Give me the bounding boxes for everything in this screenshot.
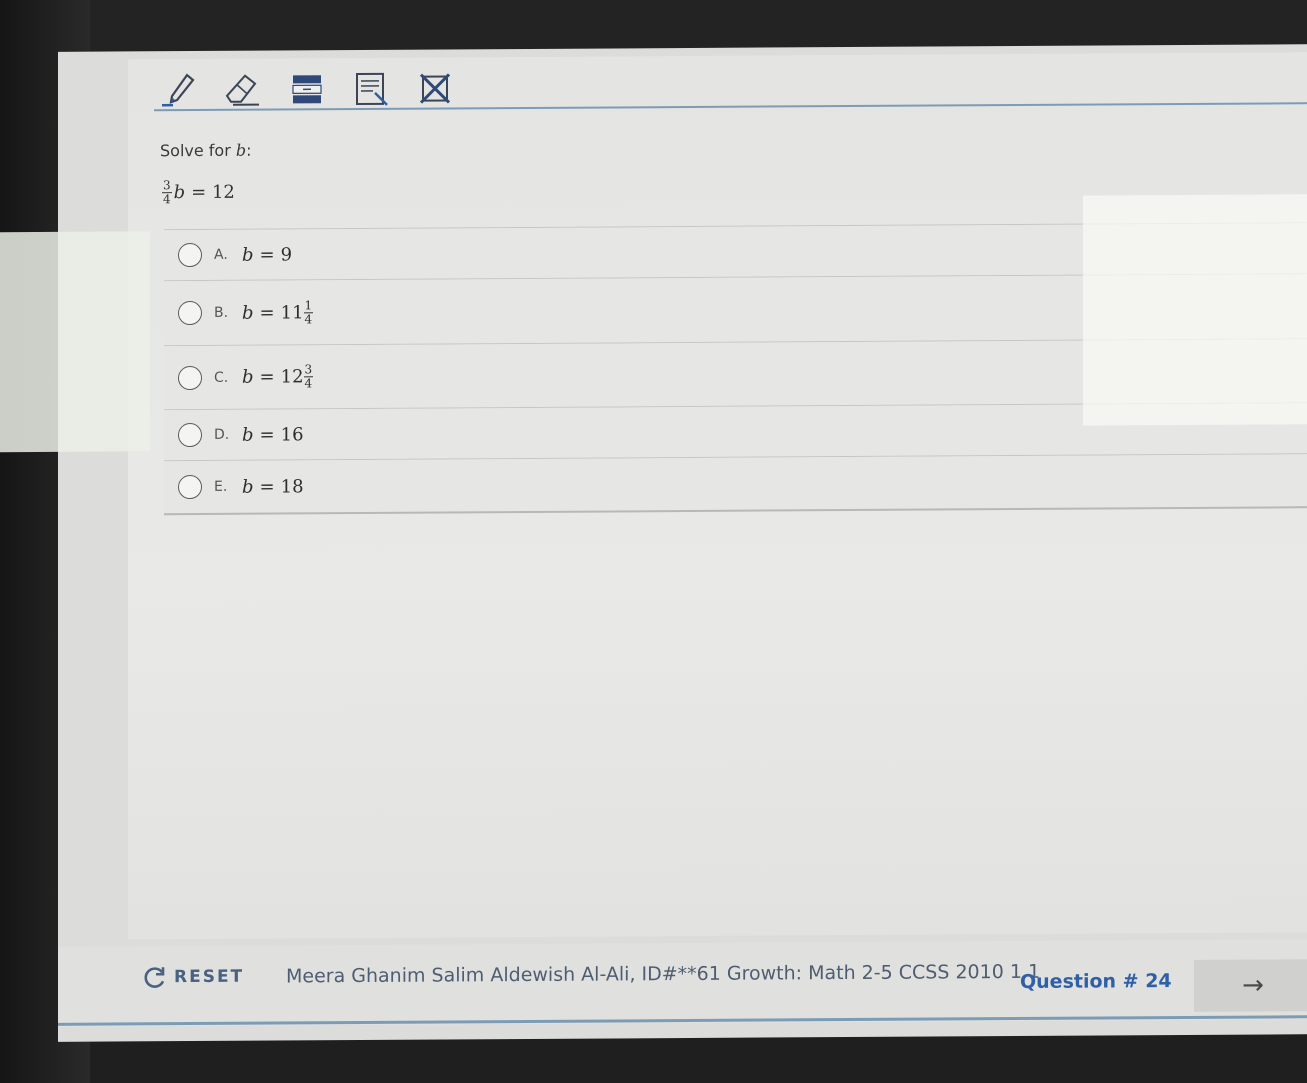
choice-answer: b = 9 [242, 244, 292, 265]
equation-numerator: 3 [162, 178, 172, 194]
choice-answer: b = 18 [242, 476, 304, 497]
footer-divider [58, 1015, 1307, 1026]
choice-letter: B. [214, 304, 229, 321]
question-equation: 3 4 b = 12 [162, 178, 235, 207]
screen-glare-right [1083, 194, 1307, 426]
choice-denominator: 4 [304, 311, 313, 326]
choice-numerator: 3 [303, 362, 314, 378]
choice-variable: b [242, 476, 254, 498]
choice-equals: = [259, 244, 275, 266]
next-button[interactable]: → [1194, 959, 1307, 1012]
arrow-right-icon: → [1242, 970, 1264, 1001]
choice-variable: b [242, 366, 254, 388]
choice-answer: b = 16 [242, 424, 304, 445]
question-number: Question # 24 [1020, 970, 1172, 993]
choice-letter: C. [214, 369, 229, 386]
refresh-icon [144, 967, 165, 988]
choice-letter: A. [214, 246, 228, 263]
choice-value: 16 [280, 423, 304, 445]
prompt-suffix: : [246, 140, 252, 160]
answer-eliminator-icon [419, 73, 451, 104]
notepad-tool-button[interactable] [350, 70, 392, 108]
screen-glare-left [0, 231, 150, 453]
line-reader-icon [292, 75, 322, 104]
student-info: Meera Ghanim Salim Aldewish Al-Ali, ID#*… [286, 960, 1041, 988]
reset-label: RESET [174, 966, 245, 988]
choice-equals: = [259, 302, 275, 324]
choice-e[interactable]: E. b = 18 [164, 454, 1307, 516]
choice-value: 9 [280, 243, 293, 265]
choice-equals: = [259, 366, 275, 388]
choice-answer: b = 12 3 4 [242, 362, 315, 391]
prompt-variable: b [235, 140, 247, 160]
radio-button[interactable] [178, 365, 202, 390]
screen: Solve for b: 3 4 b = 12 A. b = 9 B. b = … [0, 44, 1307, 1042]
radio-button[interactable] [178, 422, 202, 448]
choice-fraction: 3 4 [303, 362, 314, 391]
radio-button[interactable] [178, 242, 202, 268]
reset-button[interactable]: RESET [142, 964, 244, 991]
equation-fraction: 3 4 [162, 178, 172, 207]
pencil-tool-button[interactable] [158, 71, 200, 109]
equation-denominator: 4 [163, 192, 171, 207]
equation-rhs: = 12 [191, 181, 235, 204]
choice-answer: b = 11 1 4 [242, 297, 315, 326]
choice-whole: 11 [280, 301, 304, 323]
choice-fraction: 1 4 [303, 297, 314, 326]
radio-button[interactable] [178, 474, 202, 500]
question-prompt: Solve for b: [160, 141, 252, 161]
notepad-icon [356, 72, 388, 106]
eraser-icon [225, 74, 259, 106]
choice-denominator: 4 [304, 376, 313, 391]
line-reader-tool-button[interactable] [286, 70, 328, 108]
choice-variable: b [242, 424, 254, 446]
choice-equals: = [259, 476, 275, 498]
prompt-text: Solve for [160, 140, 236, 161]
choice-value: 18 [280, 475, 304, 497]
choice-whole: 12 [280, 366, 304, 388]
choice-letter: D. [214, 426, 230, 443]
choice-variable: b [242, 302, 254, 324]
answer-eliminator-tool-button[interactable] [414, 69, 456, 107]
footer-bar: RESET Meera Ghanim Salim Aldewish Al-Ali… [58, 939, 1307, 1027]
pencil-icon [162, 73, 195, 107]
choice-equals: = [259, 424, 275, 446]
choice-numerator: 1 [303, 297, 314, 313]
eraser-tool-button[interactable] [222, 71, 264, 109]
radio-button[interactable] [178, 300, 202, 326]
choice-variable: b [242, 244, 254, 266]
choice-letter: E. [214, 478, 228, 495]
equation-variable: b [173, 182, 186, 204]
toolbar [158, 69, 456, 109]
